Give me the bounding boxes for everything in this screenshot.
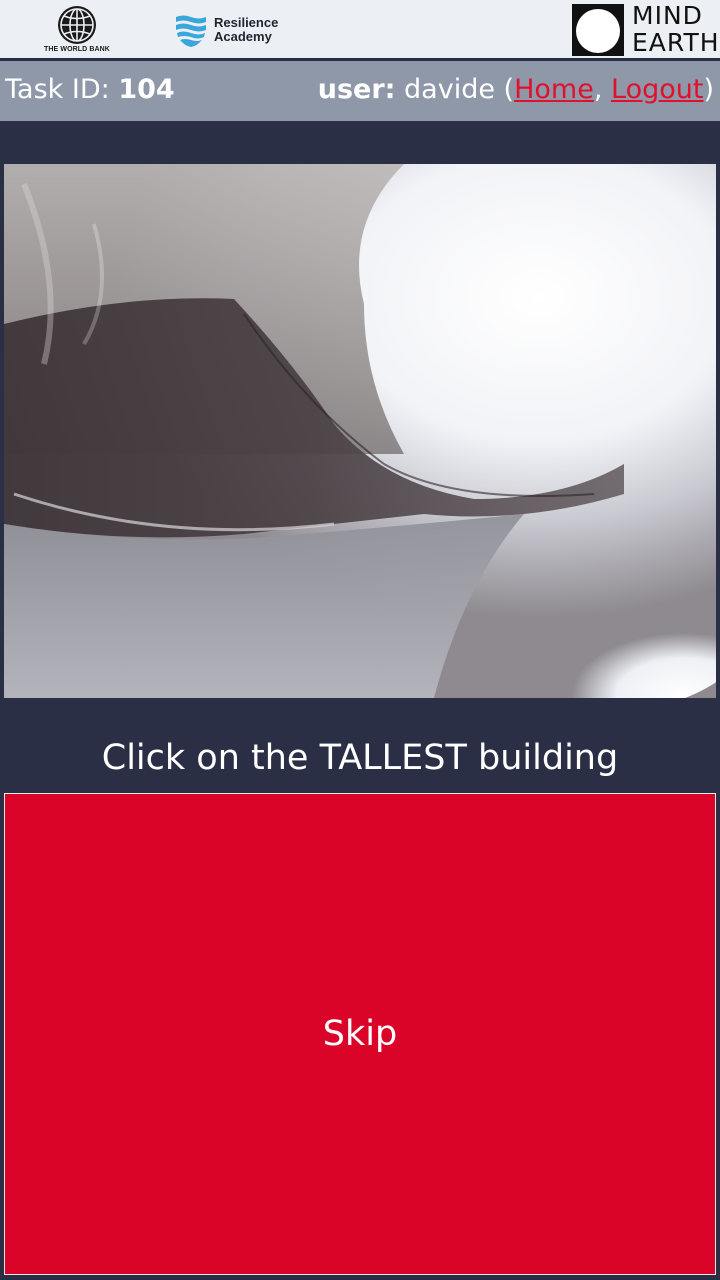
task-photo[interactable] [4,164,716,698]
skip-button-label: Skip [322,1014,398,1054]
waves-shield-icon [176,15,206,47]
task-id: Task ID: 104 [5,74,175,105]
mind-earth-line1: MIND [632,1,703,30]
world-bank-text: THE WORLD BANK [44,46,110,53]
mind-earth-mark-icon [572,4,624,56]
user-label: user: [317,74,396,105]
mind-earth-line2: EARTH [632,28,720,57]
task-id-label: Task ID: [5,74,110,105]
resilience-academy-line2: Academy [214,29,272,44]
logout-link[interactable]: Logout [611,74,703,105]
globe-icon [58,6,96,44]
resilience-academy-text: Resilience Academy [214,16,304,44]
world-bank-logo: THE WORLD BANK [40,5,114,55]
logo-bar: THE WORLD BANK Resilience Academy MIND E… [0,0,720,58]
mind-earth-logo: MIND EARTH [572,2,720,57]
resilience-academy-line1: Resilience [214,15,279,30]
task-prompt: Click on the TALLEST building [101,738,619,778]
user-info: user: davide (Home, Logout) [317,74,714,105]
username: davide [404,74,495,105]
task-photo-image[interactable] [4,164,716,698]
mind-earth-text: MIND EARTH [632,2,720,56]
task-id-value: 104 [118,74,175,105]
task-info-bar: Task ID: 104 user: davide (Home, Logout) [0,61,720,121]
skip-button[interactable]: Skip [4,793,716,1275]
home-link[interactable]: Home [514,74,594,105]
